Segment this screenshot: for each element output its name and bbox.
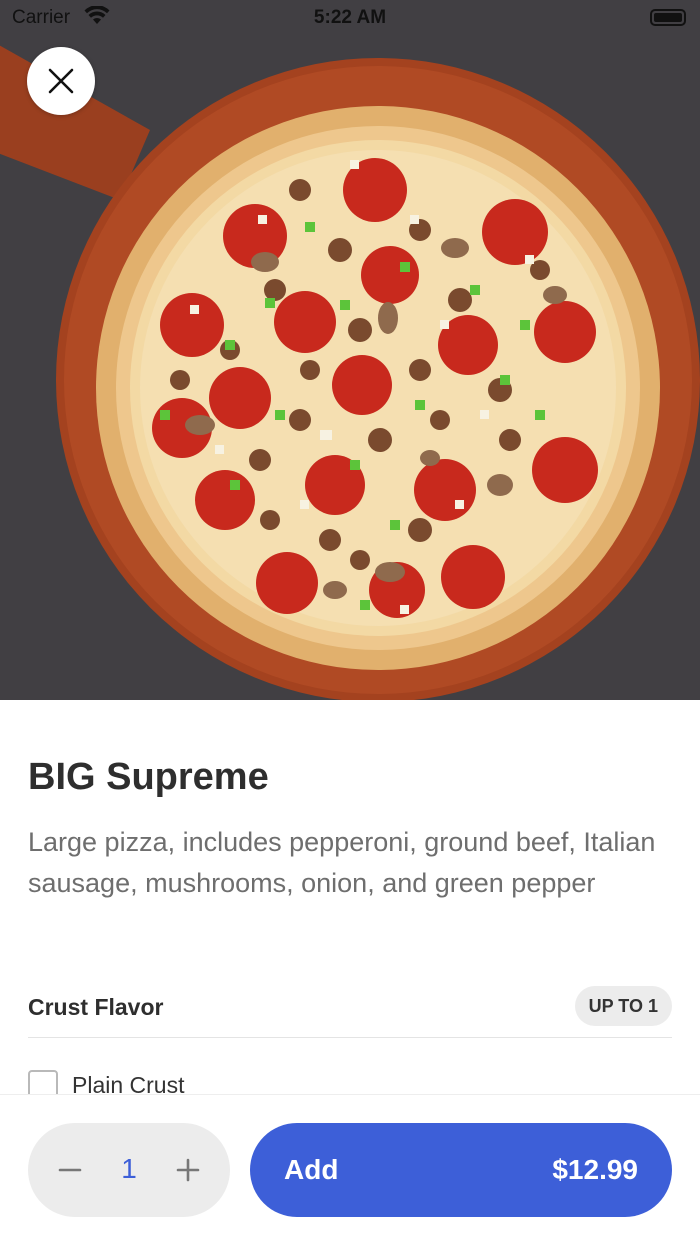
add-to-cart-button[interactable]: Add $12.99 — [250, 1123, 672, 1217]
add-button-label: Add — [284, 1154, 339, 1185]
status-time: 5:22 AM — [313, 7, 387, 28]
modifier-group-title: Crust Flavor — [28, 994, 164, 1020]
close-icon — [48, 68, 74, 94]
increment-button[interactable] — [168, 1150, 208, 1190]
battery-level — [654, 13, 682, 22]
close-button[interactable] — [27, 47, 95, 115]
status-bar: Carrier 5:22 AM — [0, 0, 700, 36]
pizza-photo — [0, 0, 700, 700]
add-button-price: $12.99 — [552, 1154, 638, 1185]
item-title: BIG Supreme — [28, 756, 269, 798]
battery-icon — [650, 9, 686, 26]
modifier-group-header: Crust Flavor UP TO 1 — [28, 986, 672, 1038]
bottom-action-bar: 1 Add $12.99 — [0, 1094, 700, 1244]
pizza-hero-image — [0, 0, 700, 700]
plus-icon — [176, 1158, 200, 1182]
quantity-stepper: 1 — [28, 1123, 230, 1217]
item-description: Large pizza, includes pepperoni, ground … — [28, 827, 656, 898]
modifier-limit-badge: UP TO 1 — [574, 986, 672, 1026]
